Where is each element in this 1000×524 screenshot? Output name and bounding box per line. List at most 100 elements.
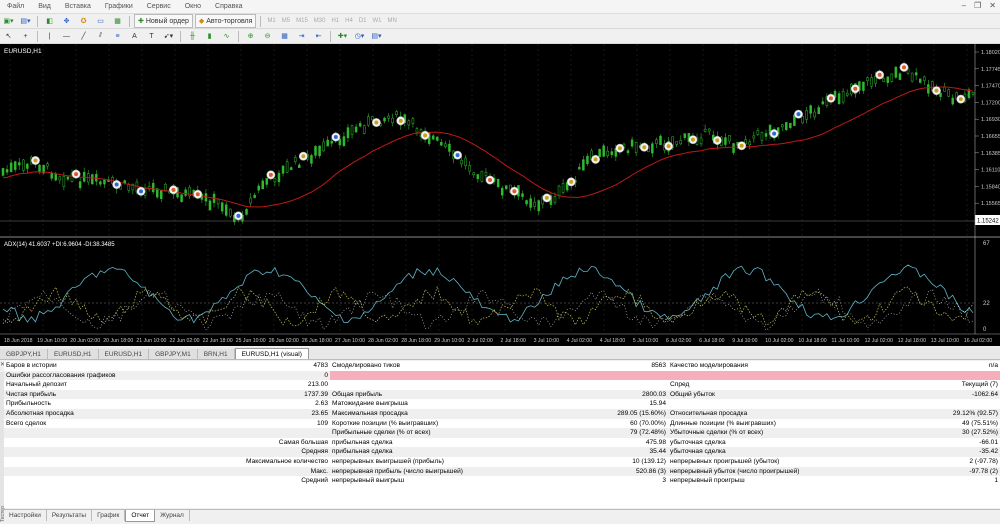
- autoscroll-icon[interactable]: ⇥: [294, 29, 309, 43]
- candle-body: [553, 196, 557, 204]
- candle-body: [99, 181, 102, 185]
- terminal-icon[interactable]: ▭: [93, 14, 108, 28]
- menu-tools[interactable]: Сервис: [140, 3, 178, 10]
- report-cell: 8563: [651, 362, 666, 369]
- vertical-line-icon[interactable]: |: [42, 29, 57, 43]
- timeframe-m15[interactable]: M15: [293, 18, 311, 24]
- report-cell: 10 (139.12): [632, 457, 666, 465]
- trendline-icon[interactable]: ╱: [76, 29, 91, 43]
- candle-body: [951, 97, 954, 105]
- label-icon[interactable]: T: [144, 29, 159, 43]
- candle-body: [354, 126, 358, 133]
- candle-body: [91, 174, 94, 185]
- tester-icon[interactable]: ▦: [110, 14, 125, 28]
- periods-icon[interactable]: ◷▾: [352, 29, 367, 43]
- chart-tab-gbpjpy-m1[interactable]: GBPJPY,M1: [149, 349, 198, 359]
- report-cell: 2 (-97.78): [969, 457, 998, 465]
- candle-body: [943, 87, 946, 92]
- fibonacci-icon[interactable]: ≡: [110, 29, 125, 43]
- candle-body: [66, 176, 70, 180]
- text-icon[interactable]: A: [127, 29, 142, 43]
- timeframe-h4[interactable]: H4: [342, 18, 356, 24]
- tile-windows-icon[interactable]: ▦: [277, 29, 292, 43]
- timeframe-w1[interactable]: W1: [369, 18, 384, 24]
- candle-body: [914, 72, 918, 76]
- candle-body: [862, 81, 865, 91]
- tab-graph[interactable]: График: [92, 510, 126, 521]
- report-row: Макс. непрерывная прибыль (число выигрыше…: [4, 466, 1000, 477]
- menu-view[interactable]: Вид: [31, 3, 58, 10]
- timeframe-d1[interactable]: D1: [356, 18, 370, 24]
- line-chart-icon[interactable]: ∿: [219, 29, 234, 43]
- chart-tab-brn-h1[interactable]: BRN,H1: [197, 349, 235, 359]
- candle-body: [322, 141, 325, 152]
- chart-shift-icon[interactable]: ⇤: [311, 29, 326, 43]
- minimize-icon[interactable]: –: [962, 1, 966, 10]
- time-tick-label: 12 Jul 18:00: [898, 338, 926, 344]
- navigator-icon[interactable]: ✪: [76, 14, 91, 28]
- chart-tab-eurusd-h1-2[interactable]: EURUSD,H1: [98, 349, 150, 359]
- menu-file[interactable]: Файл: [0, 3, 31, 10]
- timeframe-m5[interactable]: M5: [279, 18, 293, 24]
- candle-body: [46, 163, 49, 167]
- templates-icon[interactable]: ▤▾: [369, 29, 384, 43]
- horizontal-line-icon[interactable]: —: [59, 29, 74, 43]
- report-cell: [868, 370, 1000, 381]
- tab-report[interactable]: Отчет: [125, 510, 156, 522]
- cursor-icon[interactable]: ↖: [1, 29, 16, 43]
- candle-body: [54, 173, 58, 181]
- new-order-button[interactable]: ✚ Новый ордер: [134, 14, 193, 28]
- autotrade-button[interactable]: ◆ Авто-торговля: [194, 14, 257, 28]
- report-cell: непрерывная прибыль (число выигрышей): [330, 466, 510, 477]
- current-price-label: 1.15242: [977, 219, 999, 225]
- timeframe-h1[interactable]: H1: [328, 18, 342, 24]
- candle-body: [395, 111, 398, 115]
- new-chart-icon[interactable]: ▣▾: [1, 14, 16, 28]
- restore-icon[interactable]: ❐: [974, 1, 981, 10]
- zoom-in-icon[interactable]: ⊕: [243, 29, 258, 43]
- candle-body: [927, 84, 930, 94]
- candle-body: [659, 135, 662, 146]
- zoom-out-icon[interactable]: ⊖: [260, 29, 275, 43]
- close-icon[interactable]: ✕: [989, 1, 996, 10]
- chart-tab-eurusd-visual[interactable]: EURUSD,H1 (visual): [234, 348, 309, 359]
- tab-settings[interactable]: Настройки: [4, 510, 47, 521]
- trade-marker-dot: [666, 144, 671, 149]
- report-cell: [668, 399, 868, 409]
- arrows-icon[interactable]: ➹▾: [161, 29, 176, 43]
- price-chart[interactable]: 1.18020 1.17745 1.17470 1.17200 1.16930 1.166…: [0, 44, 1000, 346]
- tab-results[interactable]: Результаты: [47, 510, 93, 521]
- report-cell: Ошибки рассогласования графиков: [4, 370, 174, 381]
- timeframe-m1[interactable]: M1: [264, 18, 278, 24]
- candle-body: [870, 77, 873, 87]
- market-watch-icon[interactable]: ◧: [42, 14, 57, 28]
- menu-window[interactable]: Окно: [178, 3, 208, 10]
- candlestick-icon[interactable]: ▮: [202, 29, 217, 43]
- chart-tab-gbpjpy-h1[interactable]: GBPJPY,H1: [0, 349, 48, 359]
- time-tick-label: 26 Jun 18:00: [302, 338, 332, 344]
- crosshair-icon[interactable]: +: [18, 29, 33, 43]
- tab-journal[interactable]: Журнал: [155, 510, 190, 521]
- menu-charts[interactable]: Графики: [98, 3, 140, 10]
- trade-marker-dot: [512, 189, 517, 194]
- line-studies-toolbar: ↖ + | — ╱ ⫽ ≡ A T ➹▾ ╫ ▮ ∿ ⊕ ⊖ ▦ ⇥ ⇤ ✚▾ …: [0, 29, 1000, 44]
- indicators-icon[interactable]: ✚▾: [335, 29, 350, 43]
- candle-body: [886, 76, 890, 83]
- timeframe-mn[interactable]: MN: [384, 18, 399, 24]
- channel-icon[interactable]: ⫽: [93, 29, 108, 43]
- report-row: Прибыльные сделки (% от всех) 79 (72.48%)…: [4, 428, 1000, 438]
- candle-body: [813, 111, 816, 118]
- profiles-icon[interactable]: ▤▾: [18, 14, 33, 28]
- bar-chart-icon[interactable]: ╫: [185, 29, 200, 43]
- timeframe-m30[interactable]: M30: [311, 18, 329, 24]
- chart-window[interactable]: 1.18020 1.17745 1.17470 1.17200 1.16930 1.166…: [0, 44, 1000, 346]
- candle-body: [606, 150, 609, 156]
- report-cell: [4, 428, 174, 438]
- menu-help[interactable]: Справка: [208, 3, 249, 10]
- candle-body: [655, 139, 658, 144]
- menu-insert[interactable]: Вставка: [58, 3, 98, 10]
- report-cell: Спред: [670, 381, 690, 389]
- report-cell: Матожидание выигрыша: [332, 400, 408, 408]
- chart-tab-eurusd-h1[interactable]: EURUSD,H1: [47, 349, 99, 359]
- data-window-icon[interactable]: ✥: [59, 14, 74, 28]
